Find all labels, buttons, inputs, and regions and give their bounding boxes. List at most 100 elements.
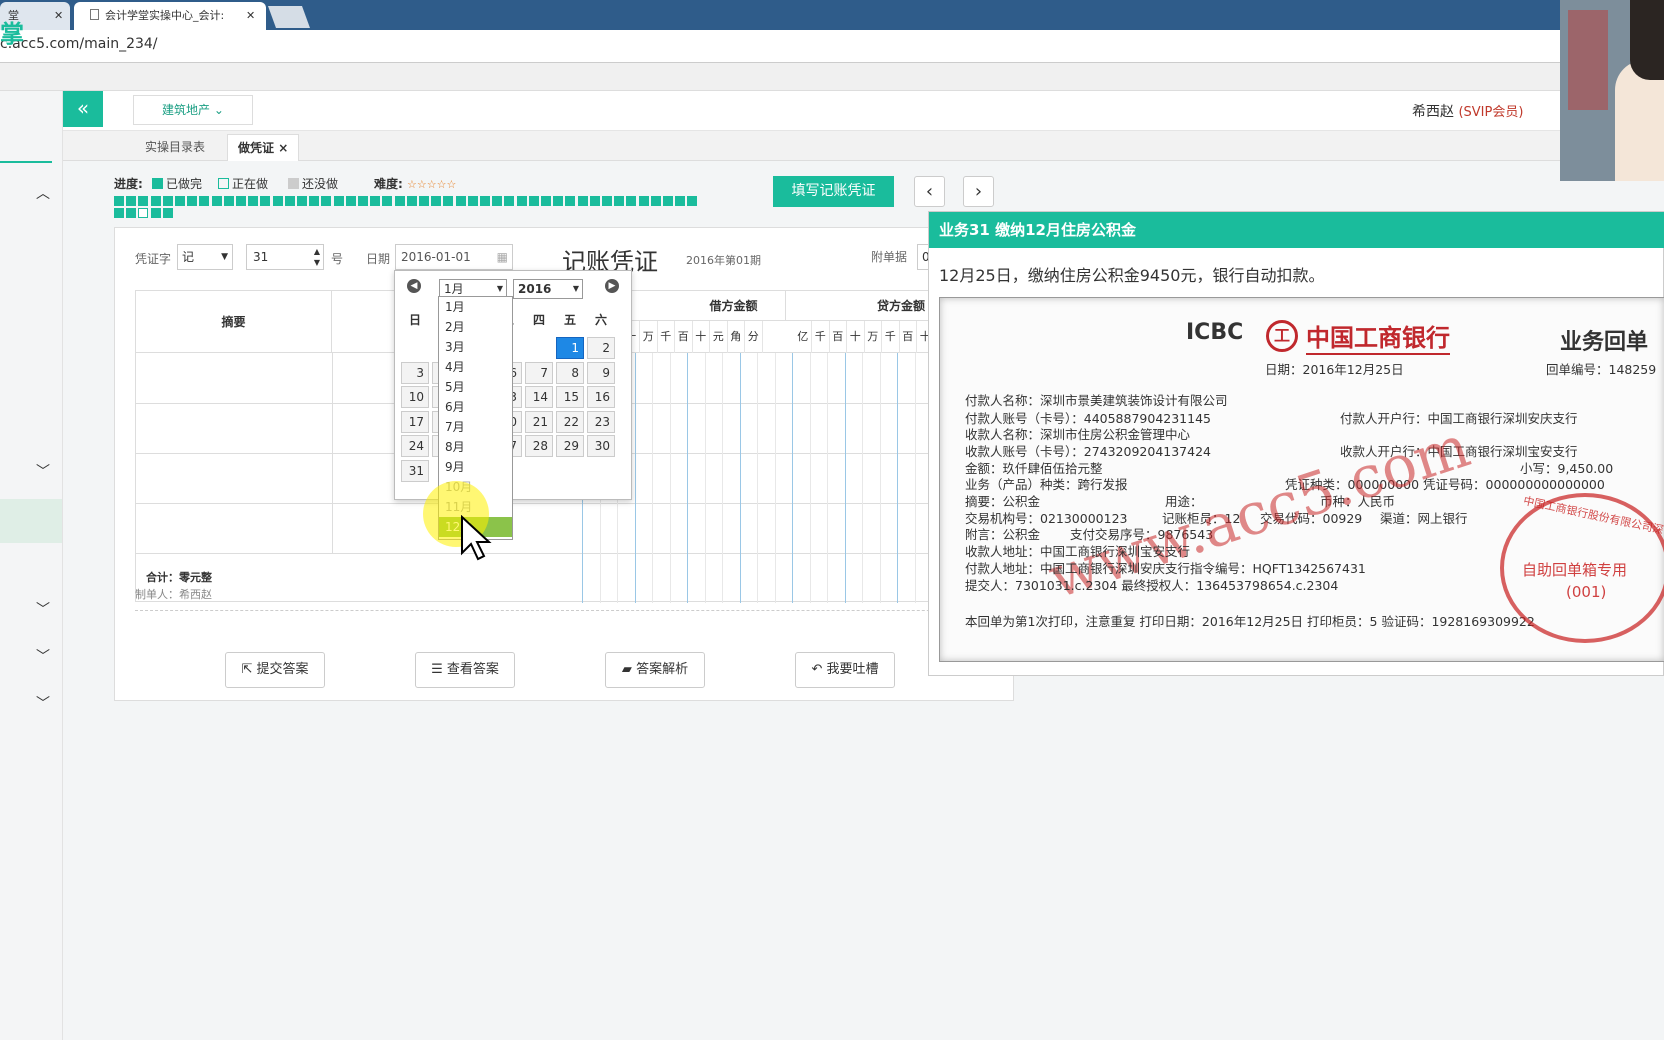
new-tab-button[interactable] xyxy=(267,6,311,28)
progress-cell[interactable] xyxy=(406,196,417,206)
progress-cell[interactable] xyxy=(492,196,503,206)
answer-analysis-button[interactable]: ▰ 答案解析 xyxy=(605,652,705,688)
progress-cell[interactable] xyxy=(480,196,490,206)
tab-catalog[interactable]: 实操目录表 xyxy=(135,134,215,161)
close-icon[interactable]: × xyxy=(278,141,288,155)
progress-cell[interactable] xyxy=(675,196,686,206)
progress-cell[interactable] xyxy=(663,196,673,206)
progress-cell[interactable] xyxy=(175,196,185,206)
progress-cell[interactable] xyxy=(419,196,429,206)
collapse-icon[interactable]: « xyxy=(63,91,103,127)
progress-cell[interactable] xyxy=(211,196,222,206)
progress-cell[interactable] xyxy=(370,196,381,206)
month-option[interactable]: 9月 xyxy=(439,457,512,477)
progress-cell[interactable] xyxy=(126,196,137,206)
progress-cell[interactable] xyxy=(236,196,246,206)
browser-tab-active[interactable]: 会计学堂实操中心_会计: ✕ xyxy=(74,2,266,30)
progress-cell[interactable] xyxy=(565,196,576,206)
calendar-day[interactable]: 17 xyxy=(401,410,429,433)
address-bar[interactable]: c.acc5.com/main_234/ xyxy=(0,30,1664,63)
calendar-day[interactable]: 22 xyxy=(556,410,584,433)
progress-cell[interactable] xyxy=(358,196,368,206)
progress-cell[interactable] xyxy=(138,208,149,218)
progress-cell[interactable] xyxy=(321,196,332,206)
progress-cell[interactable] xyxy=(309,196,320,206)
calendar-day[interactable]: 9 xyxy=(587,361,615,384)
progress-cell[interactable] xyxy=(248,196,259,206)
progress-cell[interactable] xyxy=(223,196,234,206)
calendar-day[interactable]: 1 xyxy=(556,337,584,359)
close-icon[interactable]: ✕ xyxy=(246,2,255,30)
progress-cell[interactable] xyxy=(467,196,478,206)
prev-button[interactable]: ‹ xyxy=(914,176,945,207)
progress-cell[interactable] xyxy=(284,196,295,206)
calendar-day[interactable]: 16 xyxy=(587,386,615,408)
chevron-down-icon[interactable]: ﹀ xyxy=(36,693,50,713)
progress-cell[interactable] xyxy=(126,208,137,218)
calendar-day[interactable]: 3 xyxy=(401,361,429,384)
progress-cell[interactable] xyxy=(260,196,271,206)
progress-cell[interactable] xyxy=(382,196,393,206)
progress-cell[interactable] xyxy=(162,196,173,206)
month-option[interactable]: 3月 xyxy=(439,337,512,357)
feedback-button[interactable]: ↶ 我要吐槽 xyxy=(795,652,895,688)
calendar-day[interactable]: 23 xyxy=(587,410,615,433)
progress-cell[interactable] xyxy=(589,196,600,206)
progress-cell[interactable] xyxy=(199,196,210,206)
calendar-day[interactable]: 15 xyxy=(556,386,584,408)
calendar-day[interactable]: 28 xyxy=(525,435,553,457)
word-select[interactable]: 记 ▼ xyxy=(177,244,233,270)
year-select[interactable]: 2016 ▼ xyxy=(513,279,583,299)
progress-cell[interactable] xyxy=(138,196,149,206)
progress-cell[interactable] xyxy=(516,196,527,206)
progress-cell[interactable] xyxy=(650,196,661,206)
progress-cell[interactable] xyxy=(626,196,637,206)
calendar-day[interactable]: 8 xyxy=(556,361,584,384)
progress-cell[interactable] xyxy=(431,196,442,206)
tab-voucher[interactable]: 做凭证 × xyxy=(227,134,300,161)
progress-cell[interactable] xyxy=(394,196,405,206)
chevron-down-icon[interactable]: ﹀ xyxy=(36,461,50,481)
month-option[interactable]: 7月 xyxy=(439,417,512,437)
progress-cell[interactable] xyxy=(297,196,307,206)
progress-cell[interactable] xyxy=(272,196,283,206)
sidebar-item-active[interactable] xyxy=(0,499,62,543)
next-month-icon[interactable]: ▶ xyxy=(605,279,619,293)
prev-month-icon[interactable]: ◀ xyxy=(407,279,421,293)
user-info[interactable]: 希西赵 (SVIP会员) xyxy=(1412,101,1523,121)
next-button[interactable]: › xyxy=(963,176,994,207)
progress-cell[interactable] xyxy=(504,196,515,206)
progress-cell[interactable] xyxy=(577,196,588,206)
calendar-day[interactable]: 14 xyxy=(525,386,553,408)
month-option[interactable]: 2月 xyxy=(439,317,512,337)
calendar-day[interactable]: 2 xyxy=(587,337,615,359)
chevron-down-icon[interactable]: ﹀ xyxy=(36,646,50,666)
calendar-icon[interactable]: ▦ xyxy=(497,245,508,269)
calendar-day[interactable]: 7 xyxy=(525,361,553,384)
calendar-day[interactable]: 30 xyxy=(587,435,615,457)
fill-voucher-button[interactable]: 填写记账凭证 xyxy=(773,176,894,207)
progress-cell[interactable] xyxy=(333,196,344,206)
progress-cell[interactable] xyxy=(528,196,539,206)
progress-cell[interactable] xyxy=(150,196,161,206)
progress-cell[interactable] xyxy=(114,208,124,218)
calendar-day[interactable]: 21 xyxy=(525,410,553,433)
close-icon[interactable]: ✕ xyxy=(54,2,63,30)
month-option[interactable]: 6月 xyxy=(439,397,512,417)
progress-cell[interactable] xyxy=(187,196,198,206)
calendar-day[interactable]: 31 xyxy=(401,459,429,482)
progress-cell[interactable] xyxy=(345,196,356,206)
progress-cell[interactable] xyxy=(553,196,564,206)
chevron-up-icon[interactable]: ︿ xyxy=(36,183,50,203)
progress-cell[interactable] xyxy=(541,196,551,206)
chevron-down-icon[interactable]: ﹀ xyxy=(36,599,50,619)
progress-cell[interactable] xyxy=(455,196,466,206)
progress-cell[interactable] xyxy=(162,208,173,218)
date-input[interactable]: 2016-01-01 ▦ xyxy=(395,244,513,270)
progress-cell[interactable] xyxy=(638,196,649,206)
view-answer-button[interactable]: ☰ 查看答案 xyxy=(415,652,515,688)
number-stepper[interactable]: 31 ▲ ▼ xyxy=(246,244,324,270)
calendar-day[interactable]: 29 xyxy=(556,435,584,457)
progress-cell[interactable] xyxy=(614,196,625,206)
progress-cell[interactable] xyxy=(150,208,161,218)
